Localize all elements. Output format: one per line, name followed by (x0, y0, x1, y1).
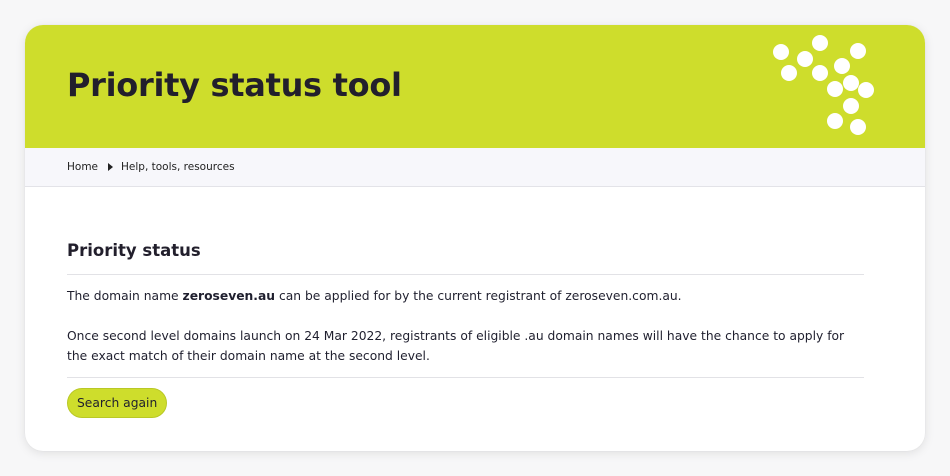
breadcrumb-home[interactable]: Home (67, 161, 98, 173)
main-content: Priority status The domain name zeroseve… (67, 187, 864, 418)
result-prefix: The domain name (67, 289, 183, 303)
divider (67, 377, 864, 378)
section-heading: Priority status (67, 241, 864, 275)
dot-pattern-icon (765, 33, 885, 143)
breadcrumb-help-tools-resources[interactable]: Help, tools, resources (121, 161, 235, 173)
caret-right-icon (108, 163, 114, 171)
info-message: Once second level domains launch on 24 M… (67, 329, 845, 363)
result-message: The domain name zeroseven.au can be appl… (67, 286, 864, 306)
breadcrumb: Home Help, tools, resources (25, 148, 925, 187)
priority-status-card: Priority status tool Home Help, tools, r… (25, 25, 925, 451)
search-again-button[interactable]: Search again (67, 388, 168, 418)
result-suffix: can be applied for by the current regist… (275, 289, 682, 303)
page-title: Priority status tool (67, 66, 402, 104)
hero-banner: Priority status tool (25, 25, 925, 148)
domain-name: zeroseven.au (182, 289, 276, 303)
